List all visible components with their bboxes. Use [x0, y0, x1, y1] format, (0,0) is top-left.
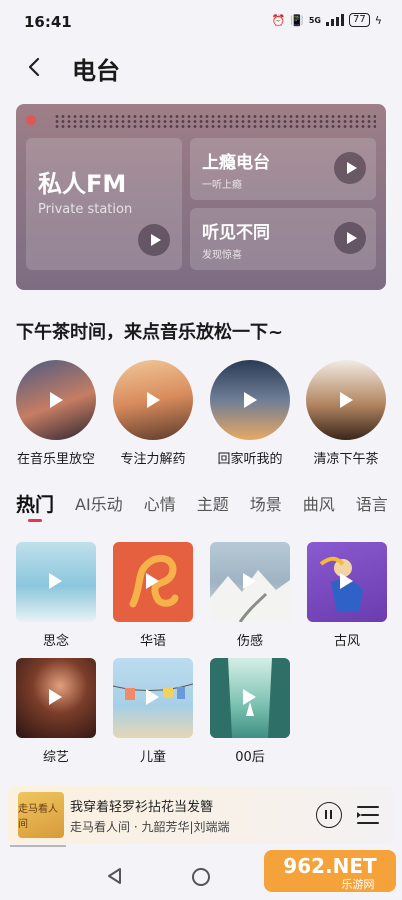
site-watermark-logo: 962.NET 乐游网 — [264, 850, 396, 892]
playlist-cover — [210, 360, 290, 440]
playlist-label: 专注力解药 — [120, 452, 186, 467]
playlist-row: 在音乐里放空 专注力解药 回家听我的 清凉下午茶 — [0, 358, 402, 468]
category-item[interactable]: 综艺 — [16, 658, 96, 765]
play-icon[interactable] — [334, 222, 366, 254]
battery-indicator: 77 — [349, 13, 370, 27]
speaker-grill — [54, 114, 376, 130]
playlist-label: 在音乐里放空 — [16, 452, 95, 467]
playback-progress — [10, 845, 66, 847]
playlist-cover — [16, 360, 96, 440]
playlist-item[interactable]: 清凉下午茶 — [301, 358, 391, 467]
addictive-radio-subtitle: 一听上瘾 — [202, 180, 242, 191]
tab-ai[interactable]: AI乐动 — [75, 492, 123, 526]
discover-radio-subtitle: 发现惊喜 — [202, 250, 242, 261]
category-cover — [16, 658, 96, 738]
active-tab-indicator — [28, 519, 42, 522]
category-tabs: 热门 AI乐动 心情 主题 场景 曲风 语言 — [16, 492, 388, 526]
tab-mood[interactable]: 心情 — [144, 492, 176, 526]
category-item[interactable]: 00后 — [210, 658, 290, 765]
song-artist: 走马看人间 · 九韶芳华|刘端端 — [70, 820, 230, 834]
category-item[interactable]: 儿童 — [113, 658, 193, 765]
charging-icon: ϟ — [374, 13, 382, 27]
header: 电台 — [0, 44, 402, 88]
playlist-item[interactable]: 回家听我的 — [205, 358, 295, 467]
record-dot — [26, 115, 36, 125]
tab-theme[interactable]: 主题 — [197, 492, 229, 526]
nav-home-icon[interactable] — [192, 868, 210, 886]
category-cover — [210, 658, 290, 738]
vibrate-icon: 📳 — [290, 13, 304, 27]
playlist-item[interactable]: 专注力解药 — [108, 358, 198, 467]
play-icon — [50, 392, 63, 408]
radio-card: 私人FM Private station 上瘾电台 一听上瘾 听见不同 发现惊喜 — [16, 104, 386, 290]
play-icon[interactable] — [138, 224, 170, 256]
page-title: 电台 — [72, 57, 120, 85]
category-label: 伤感 — [236, 634, 263, 649]
play-icon — [244, 392, 257, 408]
section-title: 下午茶时间，来点音乐放松一下~ — [16, 322, 284, 343]
playlist-cover — [113, 360, 193, 440]
play-icon — [340, 392, 353, 408]
addictive-radio-card[interactable]: 上瘾电台 一听上瘾 — [190, 138, 376, 200]
category-cover — [113, 658, 193, 738]
playlist-label: 回家听我的 — [217, 452, 283, 467]
play-icon — [147, 392, 160, 408]
category-cover — [113, 542, 193, 622]
play-icon — [146, 573, 159, 589]
category-cover — [307, 542, 387, 622]
private-fm-title: 私人FM — [38, 170, 127, 198]
category-item[interactable]: 华语 — [113, 542, 193, 649]
category-item[interactable]: 古风 — [307, 542, 387, 649]
discover-radio-title: 听见不同 — [202, 223, 270, 243]
album-cover: 走马看人间 — [18, 792, 64, 838]
private-fm-subtitle: Private station — [38, 202, 133, 217]
back-arrow-icon[interactable] — [22, 54, 48, 80]
play-icon — [49, 573, 62, 589]
category-label: 思念 — [42, 634, 69, 649]
signal-icon — [326, 14, 344, 26]
category-item[interactable]: 伤感 — [210, 542, 290, 649]
nav-back-icon[interactable] — [106, 867, 124, 885]
playlist-cover — [306, 360, 386, 440]
category-label: 综艺 — [42, 750, 69, 765]
album-cover-text: 走马看人间 — [18, 804, 58, 830]
status-time: 16:41 — [24, 13, 72, 31]
tab-scene[interactable]: 场景 — [250, 492, 282, 526]
category-cover — [16, 542, 96, 622]
watermark-subtext: 乐游网 — [342, 878, 375, 891]
category-label: 00后 — [235, 750, 265, 765]
watermark-text: 962.NET — [283, 854, 377, 878]
pause-icon[interactable] — [316, 802, 342, 828]
discover-radio-card[interactable]: 听见不同 发现惊喜 — [190, 208, 376, 270]
category-label: 华语 — [139, 634, 166, 649]
play-icon — [146, 689, 159, 705]
alarm-icon: ⏰ — [271, 13, 286, 27]
play-icon[interactable] — [334, 152, 366, 184]
play-icon — [340, 573, 353, 589]
category-item[interactable]: 思念 — [16, 542, 96, 649]
playlist-item[interactable]: 在音乐里放空 — [11, 358, 101, 467]
category-cover — [210, 542, 290, 622]
playlist-icon[interactable] — [356, 804, 380, 826]
network-type: 5G — [308, 15, 321, 25]
tab-language[interactable]: 语言 — [356, 492, 388, 526]
category-label: 儿童 — [139, 750, 166, 765]
category-label: 古风 — [333, 634, 360, 649]
song-title: 我穿着轻罗衫拈花当发簪 — [70, 800, 214, 815]
playlist-label: 清凉下午茶 — [313, 452, 379, 467]
tab-genre[interactable]: 曲风 — [303, 492, 335, 526]
play-icon — [49, 689, 62, 705]
mini-player[interactable]: 走马看人间 我穿着轻罗衫拈花当发簪 走马看人间 · 九韶芳华|刘端端 — [8, 786, 394, 844]
addictive-radio-title: 上瘾电台 — [202, 153, 270, 173]
status-icons: ⏰ 📳 5G 77 ϟ — [271, 13, 382, 27]
private-fm-card[interactable]: 私人FM Private station — [26, 138, 182, 270]
play-icon — [243, 689, 256, 705]
status-bar: 16:41 ⏰ 📳 5G 77 ϟ — [0, 0, 402, 44]
play-icon — [243, 573, 256, 589]
